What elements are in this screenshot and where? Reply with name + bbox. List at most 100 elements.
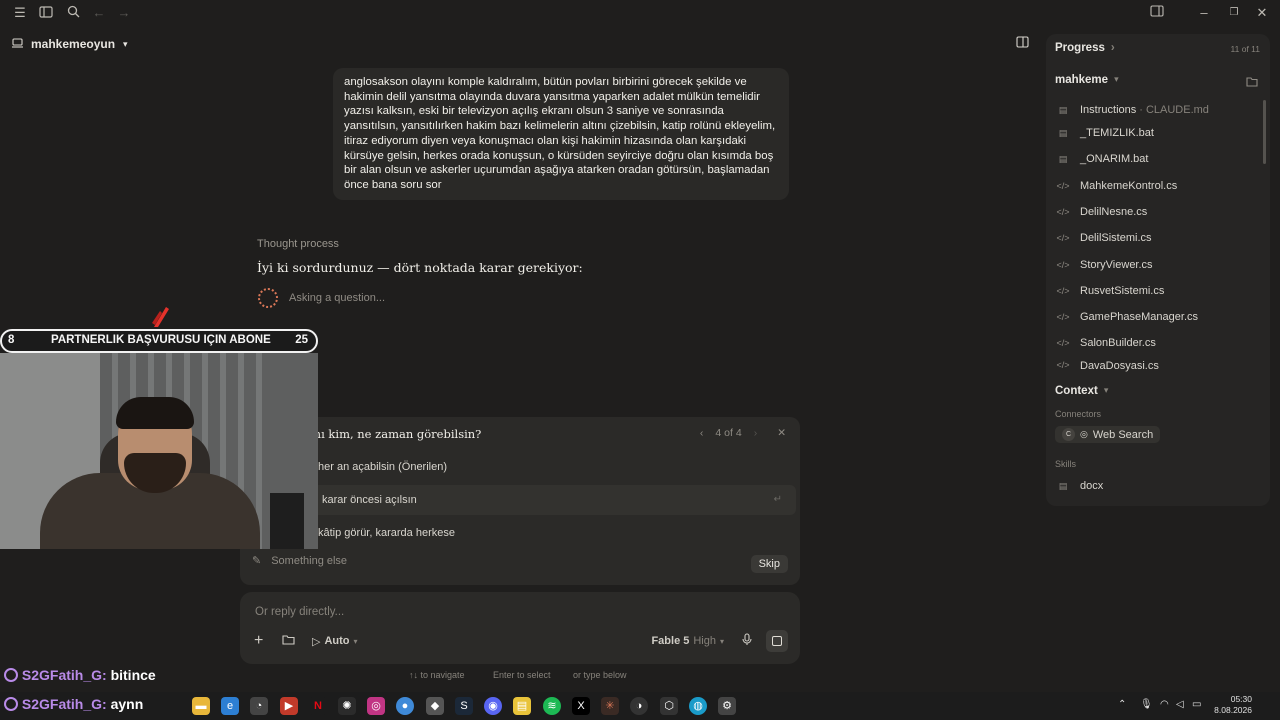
hint-select: Enter to select	[493, 670, 551, 680]
settings-app-icon[interactable]: ⚙	[718, 697, 736, 715]
question-option-1[interactable]: her an açabilsin (Önerilen)	[240, 452, 800, 482]
asking-label: Asking a question...	[289, 292, 386, 304]
file-item[interactable]: </> MahkemeKontrol.cs	[1056, 176, 1256, 196]
file-name: Instructions	[1080, 104, 1137, 116]
code-icon: </>	[1056, 181, 1070, 191]
folder-icon[interactable]	[282, 634, 302, 648]
file-explorer-icon[interactable]: ▬	[192, 697, 210, 715]
minimize-icon[interactable]: –	[1196, 5, 1212, 21]
file-item[interactable]: ▤ Instructions · CLAUDE.md	[1056, 100, 1256, 120]
unity-icon[interactable]: ⬡	[660, 697, 678, 715]
file-item[interactable]: </> DavaDosyasi.cs	[1056, 360, 1256, 374]
doc-icon: ▤	[1058, 104, 1068, 115]
obs-icon[interactable]: ◑	[630, 697, 648, 715]
file-item[interactable]: </> RusvetSistemi.cs	[1056, 281, 1256, 301]
chrome-icon[interactable]: ●	[396, 697, 414, 715]
file-name: RusvetSistemi.cs	[1080, 285, 1165, 297]
clock-time: 05:30	[1230, 694, 1252, 704]
file-item[interactable]: </> SalonBuilder.cs	[1056, 333, 1256, 353]
project-name: mahkemeoyun	[31, 37, 116, 51]
folder-header[interactable]: mahkeme ▾	[1055, 74, 1119, 86]
clock[interactable]: 05:30 8.08.2026	[1210, 694, 1252, 716]
next-question-icon[interactable]: ›	[754, 427, 758, 439]
x-app-icon[interactable]: X	[572, 697, 590, 715]
mode-selector[interactable]: ▷ Auto ▾	[312, 635, 358, 648]
mode-label: Auto	[324, 635, 350, 647]
code-icon: </>	[1056, 260, 1070, 270]
microphone-icon[interactable]	[742, 633, 752, 649]
menu-icon[interactable]: ☰	[12, 5, 28, 21]
chevron-right-icon: ›	[1110, 42, 1115, 54]
stop-button[interactable]	[766, 630, 788, 652]
asking-status: Asking a question...	[258, 288, 385, 308]
file-item[interactable]: </> DelilSistemi.cs	[1056, 228, 1256, 248]
file-list-scrollbar[interactable]	[1263, 100, 1266, 164]
skip-button[interactable]: Skip	[750, 555, 788, 573]
progress-label: Progress	[1055, 42, 1105, 54]
chat-message: S2GFatih_G: aynn	[4, 696, 143, 712]
file-item[interactable]: </> StoryViewer.cs	[1056, 255, 1256, 275]
search-icon[interactable]	[65, 5, 81, 21]
hint-navigate: ↑↓ to navigate	[409, 670, 465, 680]
loading-spinner-icon	[258, 288, 278, 308]
something-else-field[interactable]: ✎ Something else	[252, 554, 347, 568]
prev-question-icon[interactable]: ‹	[700, 427, 704, 439]
progress-header[interactable]: Progress ›	[1055, 42, 1115, 54]
wifi-icon[interactable]: ◠	[1160, 699, 1169, 710]
spotify-icon[interactable]: ≋	[543, 697, 561, 715]
media-app-icon[interactable]: ▶	[280, 697, 298, 715]
model-selector[interactable]: Fable 5 High ▾	[651, 635, 724, 647]
tray-mic-icon[interactable]: 🎙︎	[1140, 699, 1153, 710]
close-question-icon[interactable]: ✕	[777, 427, 786, 439]
file-name: _ONARIM.bat	[1080, 153, 1149, 165]
game-app-icon[interactable]: ◆	[426, 697, 444, 715]
web-search-connector[interactable]: C ◎ Web Search	[1055, 426, 1161, 443]
instagram-icon[interactable]: ◎	[367, 697, 385, 715]
context-header[interactable]: Context ▾	[1055, 385, 1108, 397]
assistant-response: İyi ki sordurdunuz — dört noktada karar …	[257, 260, 583, 275]
chatgpt-icon[interactable]: ✺	[338, 697, 356, 715]
steam-icon[interactable]: S	[455, 697, 473, 715]
sidebar-toggle-icon[interactable]	[38, 5, 54, 21]
file-item[interactable]: ▤ _ONARIM.bat	[1056, 149, 1256, 169]
tray-chevron-icon[interactable]: ⌃	[1118, 699, 1126, 710]
question-option-2[interactable]: karar öncesi açılsın ↵	[244, 485, 796, 515]
speedometer-icon[interactable]: ◔	[250, 697, 268, 715]
forward-arrow-icon[interactable]: →	[116, 5, 132, 21]
hint-type: or type below	[573, 670, 627, 680]
close-window-icon[interactable]: ✕	[1254, 5, 1270, 21]
reply-input[interactable]: Or reply directly...	[255, 606, 344, 618]
chat-user: S2GFatih_G:	[21, 667, 107, 683]
connectors-label: Connectors	[1055, 409, 1102, 419]
taskbar: ▬ e ◔ ▶ N ✺ ◎ ● ◆ S ◉ ▤ ≋ X ✳ ◑ ⬡ ◍ ⚙ ⌃ …	[0, 692, 1280, 720]
panel-layout-icon[interactable]	[1149, 5, 1165, 21]
discord-icon[interactable]: ◉	[484, 697, 502, 715]
project-selector[interactable]: mahkemeoyun ▾	[12, 35, 128, 53]
add-icon[interactable]: +	[254, 632, 274, 650]
reply-composer[interactable]: Or reply directly... + ▷ Auto ▾ Fable 5 …	[240, 592, 800, 664]
battery-icon[interactable]: ▭	[1192, 699, 1201, 710]
network-app-icon[interactable]: ◍	[689, 697, 707, 715]
chat-text: aynn	[110, 696, 144, 712]
file-item[interactable]: </> GamePhaseManager.cs	[1056, 307, 1256, 327]
notes-app-icon[interactable]: ▤	[513, 697, 531, 715]
chevron-down-icon: ▾	[1103, 385, 1109, 395]
back-arrow-icon[interactable]: ←	[91, 5, 107, 21]
context-label: Context	[1055, 385, 1098, 397]
side-panel-toggle-icon[interactable]	[1014, 36, 1030, 52]
model-label: Fable 5	[651, 635, 690, 647]
play-icon: ▷	[312, 635, 321, 648]
option-label: karar öncesi açılsın	[322, 494, 417, 506]
thought-process-toggle[interactable]: Thought process	[257, 238, 339, 250]
maximize-icon[interactable]: ❐	[1226, 5, 1242, 21]
edge-browser-icon[interactable]: e	[221, 697, 239, 715]
question-option-3[interactable]: kâtip görür, kararda herkese	[240, 518, 800, 548]
claude-app-icon[interactable]: ✳	[601, 697, 619, 715]
netflix-icon[interactable]: N	[309, 697, 327, 715]
file-item[interactable]: ▤ _TEMIZLIK.bat	[1056, 123, 1256, 143]
chat-badge-icon	[4, 668, 18, 682]
volume-icon[interactable]: ◁	[1176, 699, 1184, 710]
open-folder-icon[interactable]	[1246, 74, 1258, 92]
file-item[interactable]: </> DelilNesne.cs	[1056, 202, 1256, 222]
skill-item[interactable]: ▤ docx	[1056, 476, 1256, 496]
